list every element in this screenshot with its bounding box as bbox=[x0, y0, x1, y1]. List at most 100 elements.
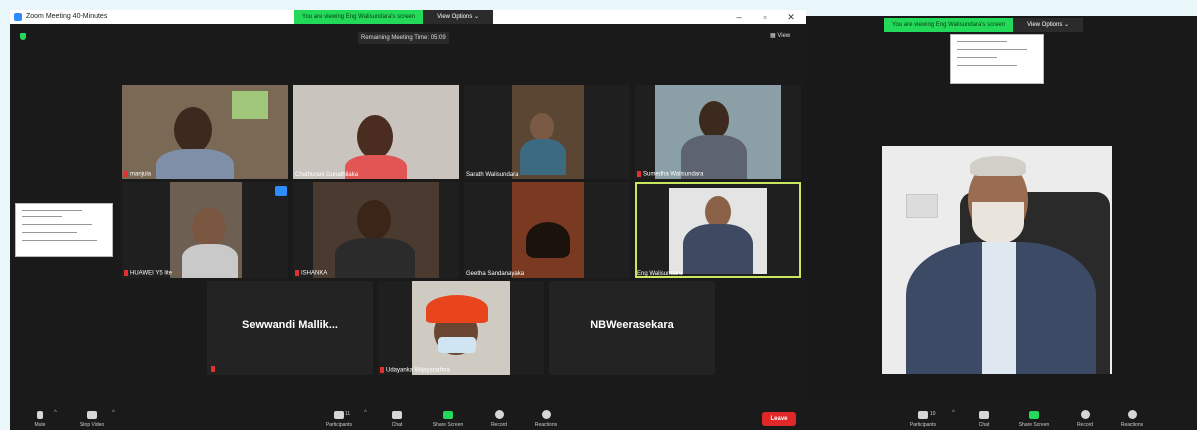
participant-name-large: Sewwandi Mallik... bbox=[242, 319, 338, 331]
video-tile-huawei[interactable]: HUAWEI Y5 lite bbox=[122, 182, 288, 278]
zoom-app-icon bbox=[14, 13, 22, 21]
person-head bbox=[357, 200, 391, 240]
share-screen-button[interactable]: Share Screen bbox=[426, 411, 470, 430]
share-screen-label: Share Screen bbox=[1018, 422, 1050, 428]
person-body bbox=[182, 244, 238, 278]
wall-calendar bbox=[232, 91, 268, 119]
muted-mic-icon bbox=[211, 366, 215, 372]
person-body bbox=[156, 149, 234, 179]
stop-video-button[interactable]: Stop Video bbox=[70, 411, 114, 430]
record-label: Record bbox=[490, 422, 508, 428]
participant-name: Sarath Walisundara bbox=[466, 172, 519, 178]
participants-label: Participants bbox=[909, 422, 937, 428]
video-tile-sewwandi[interactable]: Sewwandi Mallik... bbox=[207, 281, 373, 375]
participants-button[interactable]: Participants bbox=[314, 411, 364, 430]
share-screen-button[interactable]: Share Screen bbox=[1012, 411, 1056, 430]
video-tile-manjula[interactable]: manjula bbox=[122, 85, 288, 179]
participant-name: ISHANKA bbox=[295, 270, 327, 277]
participants-chevron-icon[interactable]: ^ bbox=[364, 410, 367, 416]
share-screen-icon bbox=[1029, 411, 1039, 419]
person-head bbox=[174, 107, 212, 153]
view-button-label: View bbox=[777, 33, 791, 39]
share-screen-icon bbox=[443, 411, 453, 419]
video-tile-ishanka[interactable]: ISHANKA bbox=[293, 182, 459, 278]
participants-label: Participants bbox=[325, 422, 353, 428]
remaining-time: Remaining Meeting Time: 05:09 bbox=[358, 32, 449, 44]
video-tile-nbweerasekara[interactable]: NBWeerasekara bbox=[549, 281, 715, 375]
view-button[interactable]: ▦ View bbox=[770, 32, 790, 39]
safety-helmet bbox=[426, 295, 488, 323]
record-icon bbox=[494, 410, 504, 419]
participants-chevron-icon[interactable]: ^ bbox=[952, 410, 955, 416]
window-title: Zoom Meeting 40-Minutes bbox=[26, 13, 108, 20]
more-options-icon[interactable] bbox=[275, 186, 287, 196]
chat-icon bbox=[979, 411, 989, 419]
person-head bbox=[192, 208, 226, 248]
mute-label: Mute bbox=[34, 422, 46, 428]
participants-count: 11 bbox=[345, 411, 351, 417]
chat-button[interactable]: Chat bbox=[962, 411, 1006, 430]
view-options-button[interactable]: View Options ⌄ bbox=[1013, 18, 1084, 32]
participants-icon bbox=[334, 411, 344, 419]
muted-mic-icon bbox=[124, 270, 128, 277]
video-tile-sumedha[interactable]: Sumedha Walisundara bbox=[635, 85, 801, 179]
person-shirt bbox=[982, 242, 1016, 374]
muted-mic-icon bbox=[295, 270, 299, 277]
participants-icon bbox=[918, 411, 928, 419]
video-tile-udayanka[interactable]: Udayanka Wijayarathna bbox=[378, 281, 544, 375]
reactions-label: Reactions bbox=[534, 422, 558, 428]
beard bbox=[972, 202, 1024, 244]
person-body bbox=[683, 224, 753, 274]
video-tile-geetha[interactable]: Geetha Sandanayaka bbox=[464, 182, 630, 278]
video-tile-sarath[interactable]: Sarath Walisundara bbox=[464, 85, 630, 179]
reactions-button[interactable]: Reactions bbox=[524, 410, 568, 430]
leave-button[interactable]: Leave bbox=[762, 412, 796, 426]
record-button[interactable]: Record bbox=[1063, 410, 1107, 430]
muted-mic-icon bbox=[380, 367, 384, 374]
record-label: Record bbox=[1076, 422, 1094, 428]
reactions-icon bbox=[541, 410, 551, 419]
minimize-icon[interactable]: – bbox=[732, 10, 746, 24]
record-icon bbox=[1080, 410, 1090, 419]
participant-name: HUAWEI Y5 lite bbox=[124, 270, 172, 277]
chat-label: Chat bbox=[978, 422, 990, 428]
share-screen-label: Share Screen bbox=[432, 422, 464, 428]
shared-screen-thumbnail[interactable] bbox=[15, 203, 113, 257]
muted-mic-icon bbox=[124, 171, 128, 178]
zoom-window-right: You are viewing Eng Walisundara's screen… bbox=[806, 16, 1197, 430]
security-shield-icon[interactable] bbox=[20, 33, 26, 40]
chat-button[interactable]: Chat bbox=[375, 411, 419, 430]
screen-share-banner: You are viewing Eng Walisundara's screen… bbox=[884, 18, 1084, 32]
meeting-toolbar: Mute ^ Stop Video ^ Participants 11 ^ Ch… bbox=[10, 400, 806, 430]
participants-count: 10 bbox=[930, 411, 936, 417]
maximize-icon[interactable]: ▫ bbox=[758, 10, 772, 24]
viewing-screen-label: You are viewing Eng Walisundara's screen bbox=[294, 10, 424, 24]
video-tile-chathurani[interactable]: Chathurani Gunathilaka bbox=[293, 85, 459, 179]
reactions-button[interactable]: Reactions bbox=[1110, 410, 1154, 430]
video-options-chevron-icon[interactable]: ^ bbox=[112, 410, 115, 416]
stop-video-label: Stop Video bbox=[79, 422, 105, 428]
reactions-label: Reactions bbox=[1120, 422, 1144, 428]
video-tile-eng-walisundara[interactable]: Eng Walisundara bbox=[635, 182, 801, 278]
participant-name: Sumedha Walisundara bbox=[637, 171, 703, 178]
person-head bbox=[699, 101, 729, 139]
speaker-video-eng-walisundara[interactable] bbox=[882, 146, 1112, 374]
chat-label: Chat bbox=[391, 422, 403, 428]
close-icon[interactable]: ✕ bbox=[784, 10, 798, 24]
person-body bbox=[335, 238, 415, 278]
participant-name: Chathurani Gunathilaka bbox=[295, 172, 359, 178]
meeting-toolbar: Participants 10 ^ Chat Share Screen Reco… bbox=[806, 400, 1197, 430]
participant-name: Eng Walisundara bbox=[637, 271, 683, 277]
participants-button[interactable]: Participants bbox=[898, 411, 948, 430]
record-button[interactable]: Record bbox=[477, 410, 521, 430]
screen-share-banner: You are viewing Eng Walisundara's screen… bbox=[294, 10, 494, 24]
muted-mic-icon bbox=[637, 171, 641, 178]
participant-name: manjula bbox=[124, 171, 151, 178]
reactions-icon bbox=[1127, 410, 1137, 419]
participant-name: Udayanka Wijayarathna bbox=[380, 367, 450, 374]
participant-name: Geetha Sandanayaka bbox=[466, 271, 525, 277]
view-options-button[interactable]: View Options ⌄ bbox=[423, 10, 494, 24]
shared-screen-thumbnail[interactable] bbox=[950, 34, 1044, 84]
audio-options-chevron-icon[interactable]: ^ bbox=[54, 410, 57, 416]
participant-name-large: NBWeerasekara bbox=[590, 319, 674, 331]
